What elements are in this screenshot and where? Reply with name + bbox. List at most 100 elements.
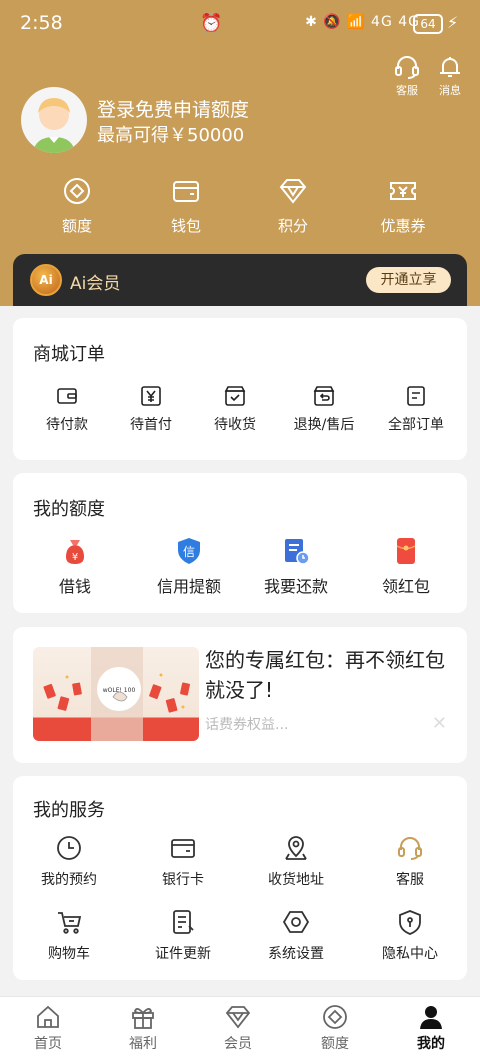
tab-welfare[interactable]: 福利 (113, 1003, 173, 1053)
quota-icon (323, 1005, 347, 1029)
gift-icon (132, 1008, 154, 1029)
max-credit-text: 最高可得￥50000 (97, 125, 245, 146)
tab-quota[interactable]: 额度 (305, 1003, 365, 1053)
home-icon (37, 1005, 59, 1028)
network-status-icon: ✱ 🔕 📶 4G 4G (305, 14, 420, 30)
order-returns-label: 退换/售后 (293, 417, 355, 433)
order-returns[interactable]: 退换/售后 (279, 384, 369, 434)
quota-credit-increase[interactable]: 信 信用提额 (144, 535, 234, 597)
order-pending-downpayment[interactable]: 待首付 (111, 384, 191, 434)
service-customer-service-label: 客服 (396, 872, 424, 888)
return-icon (313, 386, 335, 406)
login-prompt[interactable]: 登录免费申请额度 (97, 95, 249, 122)
headset-icon (398, 837, 422, 860)
service-cart[interactable]: 购物车 (29, 908, 109, 963)
customer-service-label: 客服 (396, 84, 418, 97)
order-pending-downpayment-label: 待首付 (130, 417, 172, 433)
vip-label: Ai会员 (70, 274, 121, 294)
yen-icon (141, 386, 161, 406)
service-customer-service[interactable]: 客服 (370, 834, 450, 889)
quota-borrow[interactable]: ¥ 借钱 (35, 535, 115, 597)
quota-repay[interactable]: 我要还款 (251, 535, 341, 597)
tab-vip-label: 会员 (224, 1036, 252, 1052)
quota-repay-label: 我要还款 (263, 577, 328, 596)
tab-welfare-label: 福利 (129, 1036, 157, 1052)
service-id-update[interactable]: 证件更新 (143, 908, 223, 963)
quota-red-envelope-label: 领红包 (381, 577, 430, 596)
messages-label: 消息 (439, 84, 461, 97)
quick-action-wallet-label: 钱包 (170, 217, 201, 235)
order-all-label: 全部订单 (388, 417, 444, 433)
tab-home-label: 首页 (34, 1036, 62, 1052)
bank-card-icon (171, 839, 195, 858)
red-envelope-promo-card[interactable]: wOLE! 100 您的专属红包：再不领红包就没了! 话费券权益... ✕ (13, 627, 467, 763)
diamond-icon (279, 179, 307, 204)
tab-quota-label: 额度 (321, 1036, 349, 1052)
repay-icon (285, 539, 310, 565)
my-quota-title: 我的额度 (33, 499, 105, 520)
service-appointments-label: 我的预约 (41, 872, 97, 888)
battery-icon: 64 (413, 14, 443, 34)
quick-action-wallet[interactable]: 钱包 (146, 176, 226, 236)
service-id-update-label: 证件更新 (155, 946, 211, 962)
tab-mine[interactable]: 我的 (401, 1003, 461, 1053)
my-services-card: 我的服务 我的预约 银行卡 收货地址 客服 购物车 证件更新 系统设置 隐私中心 (13, 776, 467, 980)
close-icon[interactable]: ✕ (432, 713, 447, 734)
svg-text:¥: ¥ (72, 552, 78, 563)
quick-action-points-label: 积分 (277, 217, 308, 235)
settings-icon (282, 911, 310, 933)
vip-membership-bar[interactable]: Ai Ai会员 开通立享 (13, 254, 467, 306)
status-bar: 2:58 ⏰ ✱ 🔕 📶 4G 4G 64 ⚡ (0, 0, 480, 50)
quota-icon (64, 178, 90, 204)
promo-title: 您的专属红包：再不领红包就没了! (205, 648, 445, 702)
privacy-shield-icon (399, 910, 421, 935)
my-services-title: 我的服务 (33, 800, 105, 821)
quick-action-quota-label: 额度 (61, 217, 92, 235)
activate-vip-button[interactable]: 开通立享 (366, 267, 451, 293)
customer-service-button[interactable]: 客服 (387, 54, 427, 98)
quota-credit-increase-label: 信用提额 (156, 577, 221, 596)
document-icon (407, 386, 425, 406)
diamond-icon (225, 1006, 251, 1029)
quick-action-quota[interactable]: 额度 (37, 176, 117, 236)
service-privacy[interactable]: 隐私中心 (370, 908, 450, 963)
location-icon (285, 836, 307, 860)
promo-subtitle: 话费券权益... (205, 717, 289, 733)
service-appointments[interactable]: 我的预约 (29, 834, 109, 889)
order-pending-payment[interactable]: 待付款 (27, 384, 107, 434)
bell-icon (440, 57, 460, 77)
wallet-small-icon (57, 388, 77, 404)
wallet-icon (173, 181, 199, 202)
promo-banner-image[interactable]: wOLE! 100 (33, 647, 199, 741)
alarm-icon: ⏰ (200, 13, 223, 34)
money-bag-icon: ¥ (66, 540, 84, 564)
svg-text:信: 信 (183, 545, 195, 559)
ai-vip-badge: Ai (30, 264, 62, 296)
credit-shield-icon: 信 (178, 538, 200, 564)
avatar-icon (33, 98, 75, 153)
mall-orders-card: 商城订单 待付款 待首付 待收货 退换/售后 全部订单 (13, 318, 467, 460)
messages-button[interactable]: 消息 (430, 54, 470, 98)
charging-icon: ⚡ (447, 13, 459, 32)
quota-red-envelope[interactable]: 领红包 (366, 535, 446, 597)
service-cart-label: 购物车 (48, 946, 90, 962)
service-address[interactable]: 收货地址 (256, 834, 336, 889)
quick-action-points[interactable]: 积分 (253, 176, 333, 236)
user-icon (420, 1006, 442, 1029)
headset-icon (395, 56, 419, 79)
avatar[interactable] (21, 87, 87, 153)
my-quota-card: 我的额度 ¥ 借钱 信 信用提额 我要还款 领红包 (13, 473, 467, 613)
order-pending-delivery-label: 待收货 (214, 417, 256, 433)
quick-action-coupons[interactable]: 优惠券 (363, 176, 443, 236)
tab-home[interactable]: 首页 (18, 1003, 78, 1053)
service-settings[interactable]: 系统设置 (256, 908, 336, 963)
box-check-icon (224, 386, 246, 406)
bottom-tab-bar: 首页 福利 会员 额度 我的 (0, 996, 480, 1058)
service-bank-card-label: 银行卡 (162, 872, 204, 888)
tab-vip[interactable]: 会员 (208, 1003, 268, 1053)
service-settings-label: 系统设置 (268, 946, 324, 962)
order-pending-delivery[interactable]: 待收货 (195, 384, 275, 434)
order-all[interactable]: 全部订单 (375, 384, 457, 434)
quick-action-coupons-label: 优惠券 (380, 217, 426, 235)
service-bank-card[interactable]: 银行卡 (143, 834, 223, 889)
